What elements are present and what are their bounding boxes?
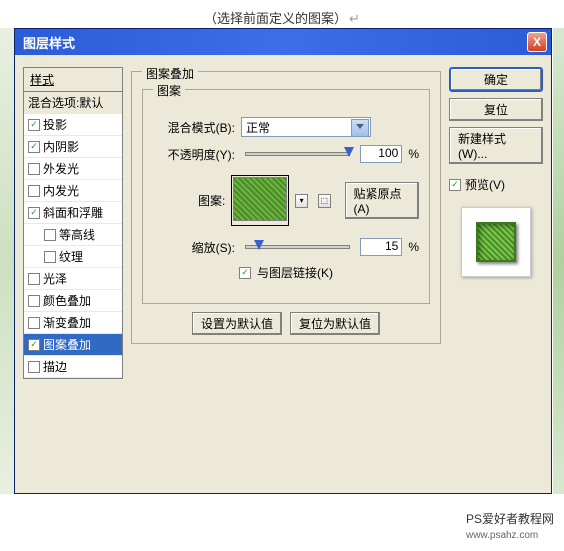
scale-row: 缩放(S): 15 % bbox=[153, 238, 419, 256]
style-satin[interactable]: 光泽 bbox=[24, 268, 122, 290]
link-checkbox[interactable] bbox=[239, 267, 251, 279]
layer-style-dialog: 图层样式 X 样式 混合选项:默认 投影 内阴影 外发光 内发光 斜面和浮雕 等… bbox=[14, 28, 552, 494]
set-default-button[interactable]: 设置为默认值 bbox=[192, 312, 282, 335]
checkbox-icon[interactable] bbox=[28, 119, 40, 131]
checkbox-icon[interactable] bbox=[28, 273, 40, 285]
style-label: 内发光 bbox=[43, 182, 79, 199]
style-label: 描边 bbox=[43, 358, 67, 375]
pattern-label: 图案: bbox=[153, 192, 225, 209]
blend-mode-label: 混合模式(B): bbox=[153, 119, 235, 136]
blend-mode-dropdown[interactable]: 正常 bbox=[241, 117, 371, 137]
pattern-overlay-group: 图案叠加 图案 混合模式(B): 正常 不透明度(Y): 100 % 图案: bbox=[131, 71, 441, 344]
style-drop-shadow[interactable]: 投影 bbox=[24, 114, 122, 136]
preview-box bbox=[461, 207, 531, 277]
checkbox-icon[interactable] bbox=[44, 229, 56, 241]
checkbox-icon[interactable] bbox=[28, 361, 40, 373]
link-label: 与图层链接(K) bbox=[257, 264, 333, 281]
scale-label: 缩放(S): bbox=[153, 239, 235, 256]
titlebar[interactable]: 图层样式 X bbox=[15, 29, 551, 55]
style-list: 混合选项:默认 投影 内阴影 外发光 内发光 斜面和浮雕 等高线 纹理 光泽 颜… bbox=[23, 91, 123, 379]
slider-thumb-icon[interactable] bbox=[254, 240, 264, 250]
close-button[interactable]: X bbox=[527, 32, 547, 52]
style-label: 投影 bbox=[43, 116, 67, 133]
bg-decoration-right bbox=[553, 28, 564, 494]
scale-slider[interactable] bbox=[245, 245, 350, 249]
ok-button[interactable]: 确定 bbox=[449, 67, 543, 92]
new-pattern-button[interactable]: ⬚ bbox=[318, 194, 331, 208]
checkbox-icon[interactable] bbox=[28, 207, 40, 219]
link-row: 与图层链接(K) bbox=[153, 264, 419, 281]
style-label: 外发光 bbox=[43, 160, 79, 177]
style-contour[interactable]: 等高线 bbox=[24, 224, 122, 246]
checkbox-icon[interactable] bbox=[28, 317, 40, 329]
style-bevel[interactable]: 斜面和浮雕 bbox=[24, 202, 122, 224]
opacity-label: 不透明度(Y): bbox=[153, 146, 235, 163]
style-pattern-overlay[interactable]: 图案叠加 bbox=[24, 334, 122, 356]
watermark-url: www.psahz.com bbox=[466, 530, 538, 541]
new-style-button[interactable]: 新建样式(W)... bbox=[449, 127, 543, 164]
preview-label: 预览(V) bbox=[465, 176, 505, 193]
snap-origin-button[interactable]: 贴紧原点(A) bbox=[345, 182, 419, 219]
watermark-text: PS爱好者教程网 bbox=[466, 512, 554, 526]
dropdown-value: 正常 bbox=[246, 119, 270, 136]
checkbox-icon[interactable] bbox=[28, 141, 40, 153]
reset-default-button[interactable]: 复位为默认值 bbox=[290, 312, 380, 335]
bg-decoration-left bbox=[0, 28, 14, 494]
checkbox-icon[interactable] bbox=[28, 339, 40, 351]
style-label: 颜色叠加 bbox=[43, 292, 91, 309]
style-gradient-overlay[interactable]: 渐变叠加 bbox=[24, 312, 122, 334]
opacity-slider[interactable] bbox=[245, 152, 350, 156]
blend-mode-row: 混合模式(B): 正常 bbox=[153, 117, 419, 137]
pattern-preview-icon bbox=[233, 177, 287, 221]
pattern-swatch[interactable] bbox=[231, 175, 289, 226]
watermark: PS爱好者教程网 www.psahz.com bbox=[466, 510, 554, 541]
preview-toggle[interactable]: 预览(V) bbox=[449, 176, 543, 193]
defaults-row: 设置为默认值 复位为默认值 bbox=[142, 312, 430, 335]
preview-swatch-icon bbox=[476, 222, 516, 262]
blend-options-row[interactable]: 混合选项:默认 bbox=[24, 92, 122, 114]
style-stroke[interactable]: 描边 bbox=[24, 356, 122, 378]
style-label: 光泽 bbox=[43, 270, 67, 287]
pattern-row: 图案: ▾ ⬚ 贴紧原点(A) bbox=[153, 175, 419, 226]
style-label: 内阴影 bbox=[43, 138, 79, 155]
opacity-input[interactable]: 100 bbox=[360, 145, 402, 163]
chevron-down-icon bbox=[356, 124, 364, 129]
preview-checkbox[interactable] bbox=[449, 179, 461, 191]
pattern-inner-group: 图案 混合模式(B): 正常 不透明度(Y): 100 % 图案: ▾ bbox=[142, 89, 430, 304]
checkbox-icon[interactable] bbox=[28, 163, 40, 175]
checkbox-icon[interactable] bbox=[28, 185, 40, 197]
style-texture[interactable]: 纹理 bbox=[24, 246, 122, 268]
style-inner-glow[interactable]: 内发光 bbox=[24, 180, 122, 202]
styles-header[interactable]: 样式 bbox=[23, 67, 123, 91]
styles-panel: 样式 混合选项:默认 投影 内阴影 外发光 内发光 斜面和浮雕 等高线 纹理 光… bbox=[23, 67, 123, 481]
style-inner-shadow[interactable]: 内阴影 bbox=[24, 136, 122, 158]
opacity-row: 不透明度(Y): 100 % bbox=[153, 145, 419, 163]
cancel-button[interactable]: 复位 bbox=[449, 98, 543, 121]
inner-legend: 图案 bbox=[153, 82, 185, 99]
style-label: 斜面和浮雕 bbox=[43, 204, 103, 221]
scale-input[interactable]: 15 bbox=[360, 238, 402, 256]
slider-thumb-icon[interactable] bbox=[344, 147, 354, 157]
opacity-unit: % bbox=[408, 147, 419, 161]
style-label: 纹理 bbox=[59, 248, 83, 265]
action-panel: 确定 复位 新建样式(W)... 预览(V) bbox=[449, 67, 543, 481]
settings-panel: 图案叠加 图案 混合模式(B): 正常 不透明度(Y): 100 % 图案: bbox=[131, 67, 441, 481]
style-outer-glow[interactable]: 外发光 bbox=[24, 158, 122, 180]
style-label: 等高线 bbox=[59, 226, 95, 243]
style-color-overlay[interactable]: 颜色叠加 bbox=[24, 290, 122, 312]
style-label: 渐变叠加 bbox=[43, 314, 91, 331]
dialog-title: 图层样式 bbox=[23, 33, 527, 52]
scale-unit: % bbox=[408, 240, 419, 254]
checkbox-icon[interactable] bbox=[44, 251, 56, 263]
pattern-picker-button[interactable]: ▾ bbox=[295, 194, 308, 208]
group-legend: 图案叠加 bbox=[142, 65, 198, 82]
checkbox-icon[interactable] bbox=[28, 295, 40, 307]
style-label: 图案叠加 bbox=[43, 336, 91, 353]
